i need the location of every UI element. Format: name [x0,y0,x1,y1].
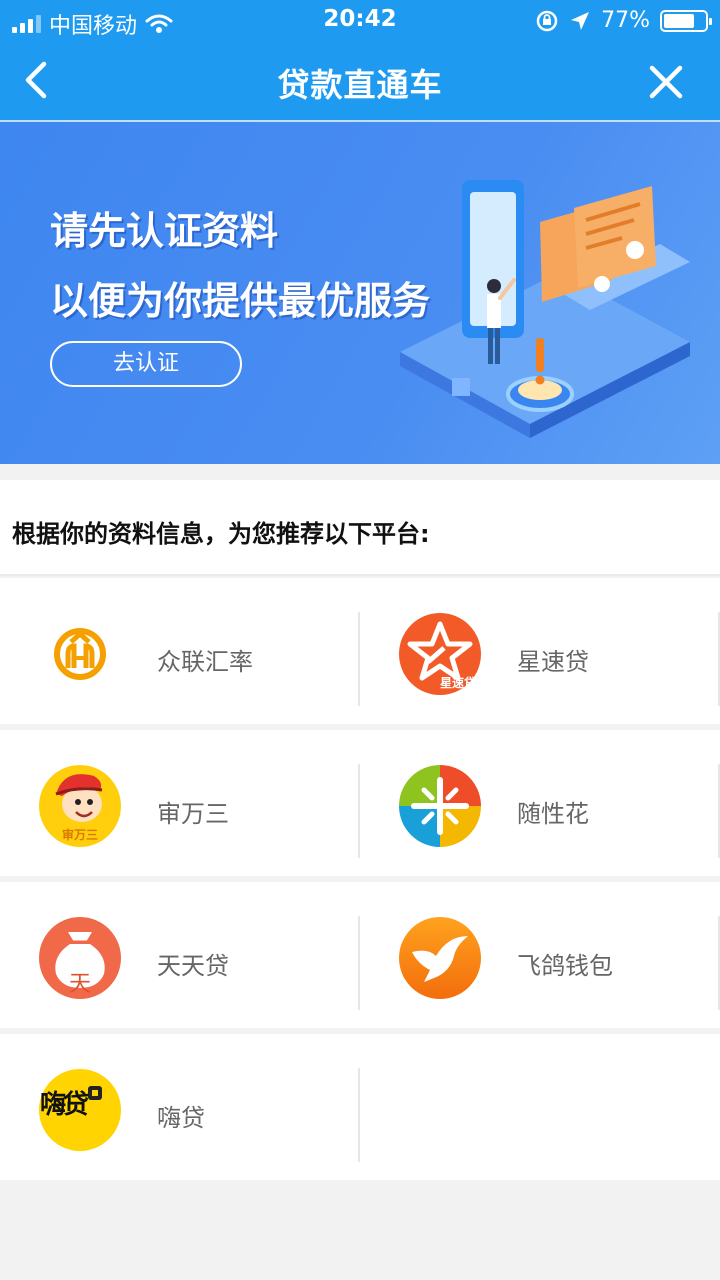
battery-icon [660,9,712,32]
status-right: 77% [535,8,712,33]
platform-grid: 众联汇率 星速贷 星速贷 审万三 审万三 随性花 天 天天贷 飞鸽钱包 嗨贷 嗨… [0,578,720,1186]
platform-item-tiantiandai[interactable]: 天 天天贷 [0,882,360,1028]
platform-row: 众联汇率 星速贷 星速贷 [0,578,720,724]
banner-illustration [400,180,690,438]
banner-subheadline: 以便为你提供最优服务 [50,279,431,323]
nav-bar: 贷款直通车 [0,40,720,122]
certification-banner[interactable]: 请先认证资料 以便为你提供最优服务 去认证 [0,122,720,464]
platform-name: 嗨贷 [157,1104,205,1132]
platform-name: 随性花 [517,800,589,828]
page-title: 贷款直通车 [277,66,443,104]
platform-item-zhonglian[interactable]: 众联汇率 [0,578,360,724]
recommend-header: 根据你的资料信息，为您推荐以下平台: [0,480,720,576]
platform-item-suixinghua[interactable]: 随性花 [360,730,720,876]
zhonglian-logo-icon [54,628,106,680]
location-icon [571,11,590,30]
banner-headline: 请先认证资料 [50,209,279,253]
suixinghua-logo-icon [399,765,481,847]
platform-name: 众联汇率 [157,648,253,676]
platform-item-xingsudai[interactable]: 星速贷 星速贷 [360,578,720,724]
feige-logo-icon [399,917,481,999]
orientation-lock-icon [536,10,558,31]
platform-name: 审万三 [157,800,229,828]
haidai-logo-text: 嗨贷 [40,1090,89,1120]
platform-name: 飞鸽钱包 [517,952,613,980]
platform-row: 天 天天贷 飞鸽钱包 [0,882,720,1028]
status-bar: 中国移动 20:42 77% [0,0,720,40]
platform-item-haidai[interactable]: 嗨贷 嗨贷 [0,1034,360,1180]
tiantiandai-logo-text: 天 [68,972,91,997]
column-divider [358,1068,360,1162]
shenwansan-logo-text: 审万三 [61,828,98,842]
platform-row: 审万三 审万三 随性花 [0,730,720,876]
recommend-title: 根据你的资料信息，为您推荐以下平台: [12,520,430,548]
xingsudai-logo-text: 星速贷 [439,676,476,690]
platform-name: 天天贷 [157,952,229,980]
certify-button[interactable]: 去认证 [50,341,242,387]
close-icon[interactable] [646,62,686,102]
platform-row: 嗨贷 嗨贷 [0,1034,720,1180]
battery-percent: 77% [601,8,650,33]
platform-item-shenwansan[interactable]: 审万三 审万三 [0,730,360,876]
platform-item-feige[interactable]: 飞鸽钱包 [360,882,720,1028]
platform-name: 星速贷 [517,648,589,676]
